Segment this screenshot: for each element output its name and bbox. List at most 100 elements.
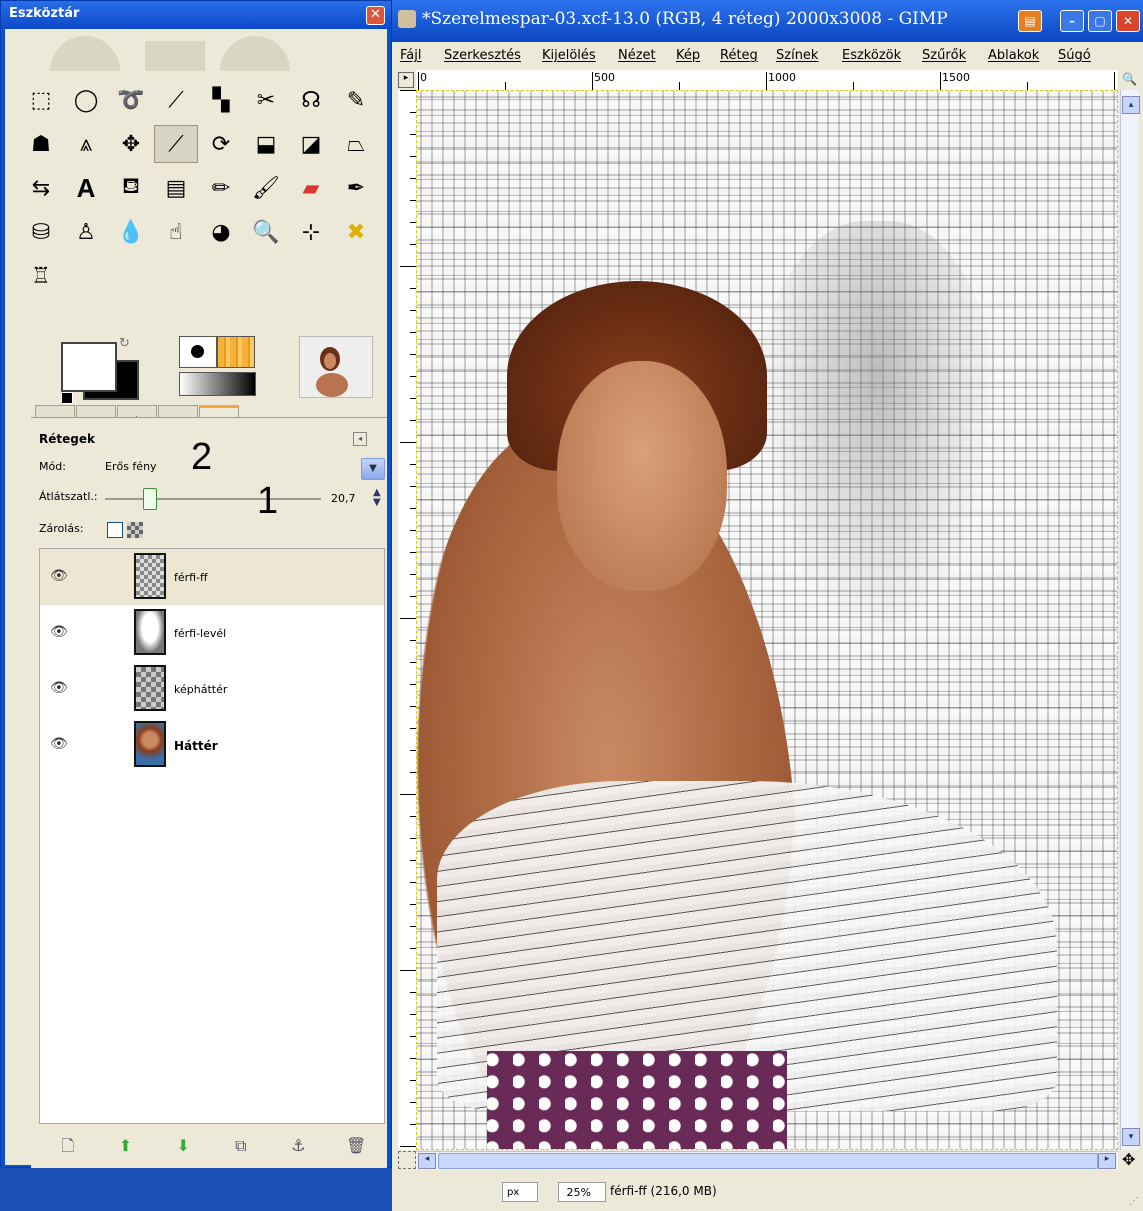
- opacity-value[interactable]: 20,7: [331, 492, 356, 505]
- raise-layer-icon[interactable]: ⬆: [113, 1134, 137, 1158]
- image-canvas[interactable]: [416, 90, 1118, 1150]
- foreground-select-icon[interactable]: ☊: [289, 81, 333, 119]
- dialog-menu-icon[interactable]: ◂: [353, 432, 367, 446]
- opacity-slider-handle[interactable]: [142, 488, 157, 510]
- layer-name[interactable]: képháttér: [174, 683, 227, 696]
- pencil-icon[interactable]: ✏: [199, 169, 243, 207]
- zoom-select[interactable]: 25%: [558, 1182, 606, 1202]
- align-icon[interactable]: ⟋: [154, 125, 198, 163]
- scissors-icon[interactable]: ✂: [244, 81, 288, 119]
- zoom-fit-icon[interactable]: 🔍: [1122, 72, 1137, 86]
- unit-select[interactable]: px: [502, 1182, 538, 1202]
- paths-icon[interactable]: ✎: [334, 81, 378, 119]
- horizontal-scroll-thumb[interactable]: [438, 1153, 1098, 1169]
- bucket-fill-icon[interactable]: ⛾: [109, 169, 153, 207]
- clone-icon[interactable]: ♙: [64, 213, 108, 251]
- shear-icon[interactable]: ⏢: [334, 125, 378, 163]
- layer-name[interactable]: Háttér: [174, 739, 218, 753]
- delete-layer-icon[interactable]: 🗑: [344, 1134, 368, 1158]
- brush-selector[interactable]: [179, 336, 217, 368]
- close-button[interactable]: ✕: [1116, 10, 1140, 32]
- menu-select[interactable]: Kijelölés: [542, 48, 596, 63]
- color-picker-icon[interactable]: ☗: [19, 125, 63, 163]
- lock-pixels-checkbox[interactable]: [107, 522, 123, 538]
- navigate-icon[interactable]: ✥: [1122, 1151, 1135, 1169]
- ink-icon[interactable]: ⛁: [19, 213, 63, 251]
- ellipse-select-icon[interactable]: ◯: [64, 81, 108, 119]
- menu-help[interactable]: Súgó: [1058, 48, 1091, 63]
- menu-image[interactable]: Kép: [676, 48, 700, 63]
- horizontal-ruler[interactable]: 0 500 1000 1500: [416, 70, 1118, 91]
- dodge-icon[interactable]: ◕: [199, 213, 243, 251]
- anchor-layer-icon[interactable]: ⚓: [286, 1134, 310, 1158]
- free-select-icon[interactable]: ➰: [109, 81, 153, 119]
- menu-file[interactable]: Fájl: [400, 48, 421, 63]
- fullscreen-icon[interactable]: ▤: [1018, 10, 1042, 32]
- magnify-icon[interactable]: 🔍: [244, 213, 288, 251]
- duplicate-layer-icon[interactable]: ⧉: [229, 1134, 253, 1158]
- layer-name[interactable]: férfi-ff: [174, 571, 208, 584]
- active-image-thumbnail[interactable]: [299, 336, 373, 398]
- layer-row[interactable]: 👁 férfi-ff: [40, 549, 384, 605]
- flip-icon[interactable]: ⇆: [19, 169, 63, 207]
- blend-icon[interactable]: ▤: [154, 169, 198, 207]
- layer-row[interactable]: 👁 férfi-levél: [40, 605, 384, 661]
- new-layer-icon[interactable]: 🗋: [56, 1134, 80, 1158]
- swap-colors-icon[interactable]: ↻: [119, 336, 130, 351]
- menu-windows[interactable]: Ablakok: [988, 48, 1039, 63]
- crop-icon[interactable]: ⟳: [199, 125, 243, 163]
- scroll-down-icon[interactable]: ▾: [1122, 1128, 1140, 1146]
- minimize-button[interactable]: –: [1060, 10, 1084, 32]
- rotate-icon[interactable]: ⬓: [244, 125, 288, 163]
- layer-row[interactable]: 👁 képháttér: [40, 661, 384, 717]
- menu-layer[interactable]: Réteg: [720, 48, 758, 63]
- scroll-up-icon[interactable]: ▴: [1122, 96, 1140, 114]
- toolbox-close-button[interactable]: ✕: [366, 6, 385, 25]
- scroll-left-icon[interactable]: ◂: [418, 1153, 436, 1169]
- menu-view[interactable]: Nézet: [618, 48, 656, 63]
- airbrush-icon[interactable]: ✒: [334, 169, 378, 207]
- opacity-spinner[interactable]: ▲ ▼: [373, 488, 381, 508]
- eraser-icon[interactable]: ▰: [289, 169, 333, 207]
- scroll-right-icon[interactable]: ▸: [1098, 1153, 1116, 1169]
- fuzzy-select-icon[interactable]: ⟋: [154, 81, 198, 119]
- heal-icon[interactable]: ✖: [334, 213, 378, 251]
- layer-name[interactable]: férfi-levél: [174, 627, 226, 640]
- menu-edit[interactable]: Szerkesztés: [444, 48, 521, 63]
- menu-tools[interactable]: Eszközök: [842, 48, 901, 63]
- eye-icon[interactable]: 👁: [50, 681, 72, 695]
- toolbox-titlebar[interactable]: Eszköztár ✕: [1, 1, 391, 29]
- measure-icon[interactable]: ⩓: [64, 125, 108, 163]
- default-colors-icon[interactable]: [61, 392, 73, 404]
- image-window-titlebar[interactable]: *Szerelmespar-03.xcf-13.0 (RGB, 4 réteg)…: [392, 0, 1143, 42]
- paintbrush-icon[interactable]: 🖌: [244, 169, 288, 207]
- horizontal-scrollbar[interactable]: ◂ ▸: [416, 1151, 1118, 1170]
- eye-icon[interactable]: 👁: [50, 625, 72, 639]
- maximize-button[interactable]: ▢: [1088, 10, 1112, 32]
- perspective-clone-icon[interactable]: ♖: [19, 257, 63, 295]
- scale-icon[interactable]: ◪: [289, 125, 333, 163]
- lower-layer-icon[interactable]: ⬇: [171, 1134, 195, 1158]
- cage-icon[interactable]: ⊹: [289, 213, 333, 251]
- gradient-selector[interactable]: [179, 372, 256, 396]
- eye-icon[interactable]: 👁: [50, 569, 72, 583]
- resize-grip-icon[interactable]: ⋰: [1129, 1196, 1139, 1207]
- opacity-slider-track[interactable]: [105, 498, 321, 500]
- chevron-down-icon[interactable]: ▼: [361, 458, 385, 480]
- text-icon[interactable]: A: [64, 169, 108, 207]
- eye-icon[interactable]: 👁: [50, 737, 72, 751]
- menu-arrow-icon[interactable]: ▸: [398, 72, 414, 88]
- pattern-selector[interactable]: [217, 336, 255, 368]
- move-icon[interactable]: ✥: [109, 125, 153, 163]
- menu-filters[interactable]: Szűrők: [922, 48, 966, 63]
- foreground-color[interactable]: [61, 342, 117, 392]
- quick-mask-icon[interactable]: [398, 1151, 416, 1169]
- vertical-ruler[interactable]: [398, 90, 417, 1150]
- smudge-icon[interactable]: ☝: [154, 213, 198, 251]
- mode-select[interactable]: Erős fény: [105, 460, 157, 473]
- blur-icon[interactable]: 💧: [109, 213, 153, 251]
- lock-alpha-icon[interactable]: [127, 522, 143, 538]
- rect-select-icon[interactable]: ⬚: [19, 81, 63, 119]
- color-select-icon[interactable]: ▚: [199, 81, 243, 119]
- layer-row[interactable]: 👁 Háttér: [40, 717, 384, 773]
